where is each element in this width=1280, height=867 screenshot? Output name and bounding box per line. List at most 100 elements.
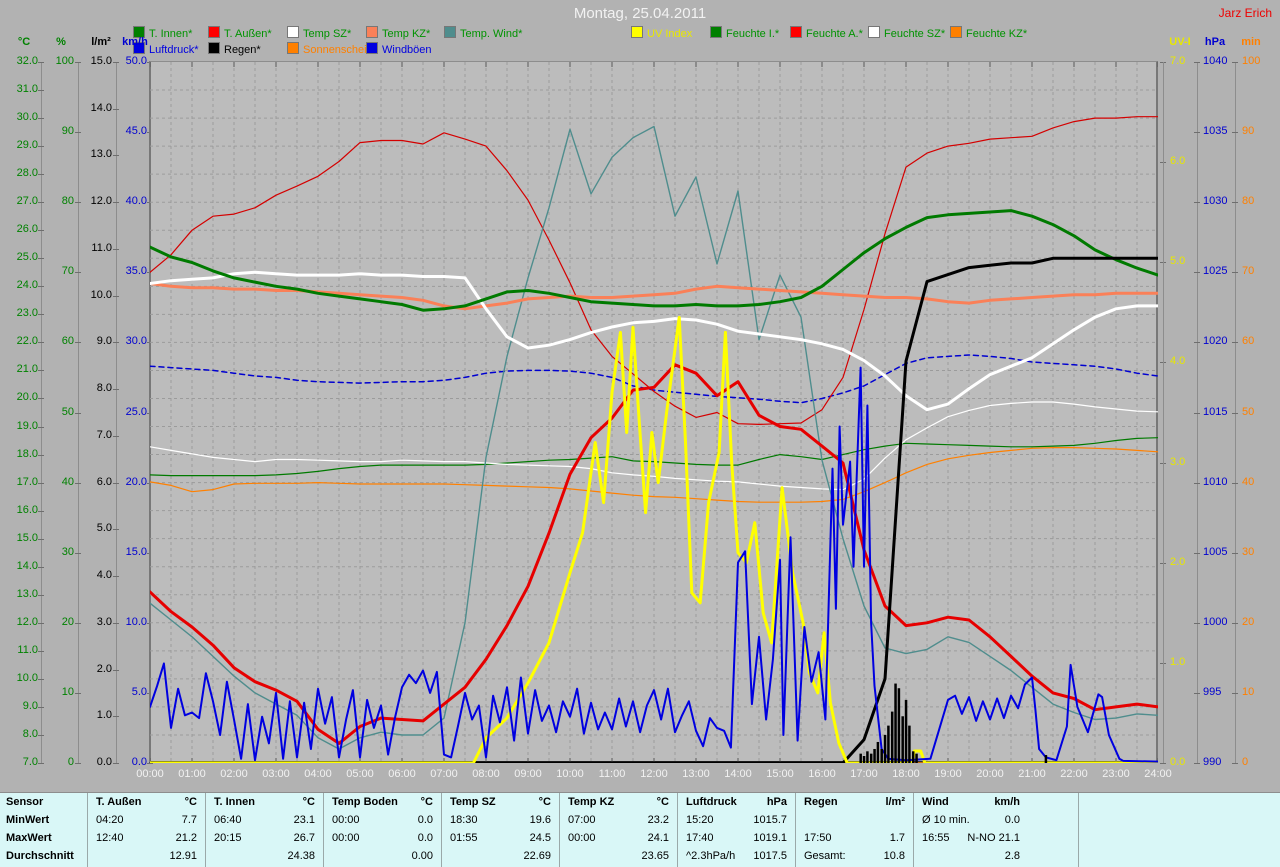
tick-label-hpa: 1020 — [1203, 335, 1228, 348]
legend-item-feuchte-kz-[interactable]: Feuchte KZ* — [950, 26, 1028, 40]
legend-item-temp-wind-[interactable]: Temp. Wind* — [444, 26, 522, 40]
legend-label: T. Außen* — [224, 28, 272, 40]
table-cell-value: 0.00 — [411, 850, 433, 862]
tick-mark-degC — [38, 398, 44, 400]
legend-item-regen-[interactable]: Regen* — [208, 42, 261, 56]
legend-label: Luftdruck* — [149, 44, 199, 56]
tick-label-lm2: 2.0 — [96, 662, 112, 675]
legend-label: Feuchte SZ* — [884, 28, 946, 40]
tick-label-kmh: 35.0 — [125, 265, 147, 278]
legend-item-feuchte-sz-[interactable]: Feuchte SZ* — [868, 26, 946, 40]
x-tick-label: 01:00 — [178, 768, 206, 780]
table-column-t-innen: T. Innen °C 06:40 23.1 20:15 26.7 24.38 — [206, 793, 324, 867]
tick-label-kmh: 50.0 — [125, 55, 147, 67]
tick-label-kmh: 5.0 — [131, 685, 147, 698]
tick-mark-min — [1232, 272, 1238, 274]
table-cell-value: 23.65 — [641, 850, 669, 862]
table-cell-time: 15:20 — [686, 814, 714, 826]
table-cell-time: 16:55 — [922, 832, 950, 844]
table-cell-time: T. Außen — [96, 796, 142, 808]
tick-mark-hpa — [1194, 552, 1200, 554]
tick-mark-degC — [38, 286, 44, 288]
x-tick-label: 09:00 — [514, 768, 542, 780]
table-column-temp-boden: Temp Boden °C 00:00 0.0 00:00 0.0 0.00 — [324, 793, 442, 867]
table-cell-value: 12.91 — [169, 850, 197, 862]
rain-rate-bar — [883, 734, 887, 763]
legend-item-t-au-en-[interactable]: T. Außen* — [208, 26, 272, 40]
legend-swatch-icon — [366, 26, 378, 38]
tick-mark-degC — [38, 734, 44, 736]
legend-swatch-icon — [208, 26, 220, 38]
x-tick-label: 13:00 — [682, 768, 710, 780]
x-tick-label: 04:00 — [304, 768, 332, 780]
table-cell-value: 19.6 — [529, 814, 551, 826]
tick-mark-degC — [38, 510, 44, 512]
x-tick-label: 21:00 — [1018, 768, 1046, 780]
tick-mark-min — [1232, 412, 1238, 414]
table-cell-time: 06:40 — [214, 814, 242, 826]
legend-item-sonnenschein[interactable]: Sonnenschein — [287, 42, 373, 56]
rain-rate-bar — [869, 753, 873, 763]
tick-label-lm2: 4.0 — [96, 569, 112, 582]
x-tick-label: 22:00 — [1060, 768, 1088, 780]
tick-mark-degC — [38, 678, 44, 680]
x-tick-label: 05:00 — [346, 768, 374, 780]
tick-label-lm2: 7.0 — [96, 428, 112, 441]
x-tick-label: 20:00 — [976, 768, 1004, 780]
legend-item-windb-en[interactable]: Windböen — [366, 42, 432, 56]
series-feuchte_a — [150, 116, 1158, 425]
table-cell-value: 0.0 — [1004, 814, 1020, 826]
table-cell-time: Wind — [922, 796, 949, 808]
table-cell-value: 24.1 — [647, 832, 669, 844]
tick-label-hpa: 1030 — [1203, 195, 1228, 208]
legend-item-temp-kz-[interactable]: Temp KZ* — [366, 26, 430, 40]
legend-label: Feuchte I.* — [726, 28, 780, 40]
tick-label-lm2: 11.0 — [91, 241, 112, 254]
legend-swatch-icon — [287, 42, 299, 54]
legend-item-feuchte-i-[interactable]: Feuchte I.* — [710, 26, 780, 40]
tick-mark-hpa — [1194, 412, 1200, 414]
table-cell-value: 0.0 — [417, 814, 433, 826]
table-column-temp-sz: Temp SZ °C 18:30 19.6 01:55 24.5 22.69 — [442, 793, 560, 867]
tick-mark-lm2 — [113, 248, 119, 250]
legend-item-temp-sz-[interactable]: Temp SZ* — [287, 26, 351, 40]
tick-mark-min — [1232, 692, 1238, 694]
tick-label-kmh: 20.0 — [125, 475, 147, 488]
author-label: Jarz Erich — [1218, 6, 1272, 20]
legend-swatch-icon — [631, 26, 643, 38]
tick-label-lm2: 1.0 — [96, 709, 112, 722]
legend-label: Feuchte KZ* — [966, 28, 1028, 40]
tick-label-lm2: 5.0 — [96, 522, 112, 535]
table-cell-time: 00:00 — [332, 814, 360, 826]
table-cell-value: km/h — [994, 796, 1020, 808]
tick-label-min: 20 — [1242, 615, 1255, 628]
tick-label-min: 100 — [1242, 55, 1261, 67]
tick-label-kmh: 0.0 — [131, 756, 147, 768]
table-cell-value: °C — [302, 796, 315, 808]
x-tick-label: 24:00 — [1144, 768, 1172, 780]
axis-unit-min: min — [1241, 36, 1261, 48]
rain-rate-bar — [880, 748, 883, 763]
table-column-t-au-en: T. Außen °C 04:20 7.7 12:40 21.2 12.91 — [88, 793, 206, 867]
x-tick-label: 16:00 — [808, 768, 836, 780]
legend-swatch-icon — [444, 26, 456, 38]
rain-rate-bar — [862, 755, 866, 763]
table-cell-time: 17:40 — [686, 832, 714, 844]
tick-label-min: 40 — [1242, 475, 1255, 488]
table-cell-value: 1015.7 — [753, 814, 787, 826]
rain-rate-bar — [876, 741, 880, 763]
legend-label: Windböen — [382, 44, 432, 56]
legend-item-feuchte-a-[interactable]: Feuchte A.* — [790, 26, 863, 40]
tick-label-uv: 2.0 — [1170, 555, 1186, 568]
tick-mark-min — [1232, 202, 1238, 204]
tick-label-uv: 5.0 — [1170, 255, 1186, 268]
x-tick-label: 15:00 — [766, 768, 794, 780]
rain-rate-bar — [908, 725, 911, 763]
legend-item-uv-index[interactable]: UV Index — [631, 26, 692, 40]
table-cell-value: 22.69 — [523, 850, 551, 862]
rain-rate-bar — [859, 753, 862, 763]
tick-label-uv: 6.0 — [1170, 155, 1186, 168]
weather-app-window: Montag, 25.04.2011 Jarz Erich T. Innen* T… — [0, 0, 1280, 867]
table-column-wind: Wind km/h Ø 10 min. 0.0 16:55 N-NO 21.1 2.8 — [914, 793, 1079, 867]
tick-mark-hpa — [1194, 202, 1200, 204]
